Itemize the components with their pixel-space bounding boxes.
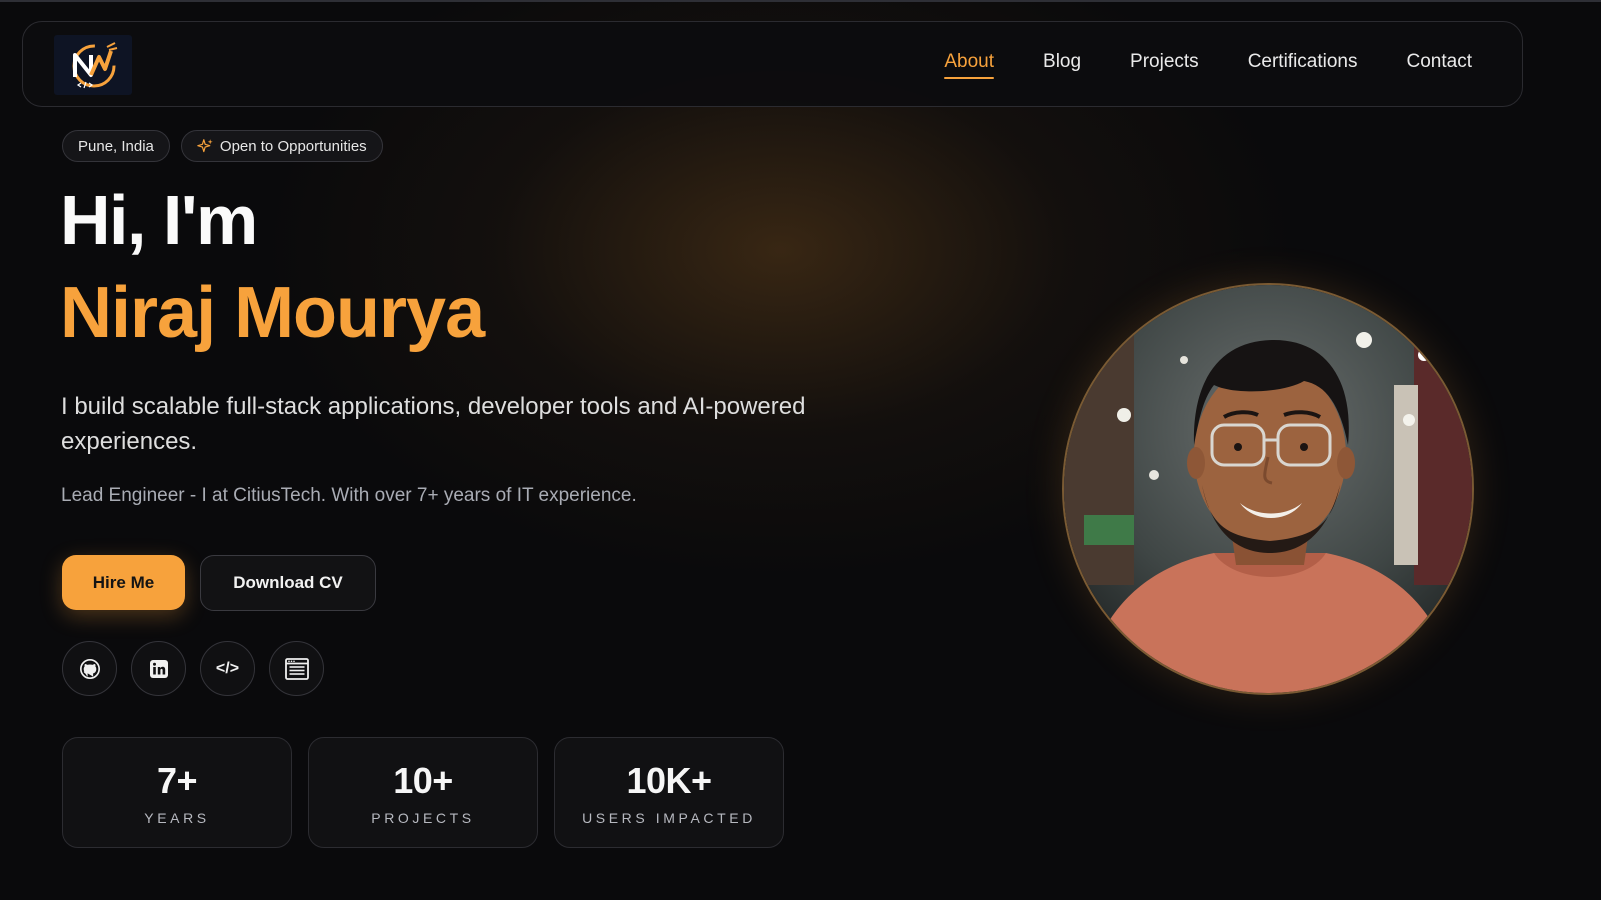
- stat-value: 10+: [393, 759, 453, 801]
- location-chip: Pune, India: [62, 130, 170, 162]
- stat-label: YEARS: [144, 809, 210, 826]
- download-cv-button[interactable]: Download CV: [200, 555, 376, 611]
- hero-greeting: Hi, I'm: [60, 181, 258, 259]
- availability-chip-label: Open to Opportunities: [219, 137, 367, 155]
- location-chip-label: Pune, India: [78, 137, 154, 155]
- top-border: [0, 0, 1601, 2]
- code-icon: </>: [215, 659, 240, 677]
- nav-link-blog[interactable]: Blog: [1043, 51, 1081, 77]
- hero-name: Niraj Mourya: [60, 273, 485, 353]
- browser-window-icon: [284, 657, 309, 680]
- availability-chip: Open to Opportunities: [180, 130, 383, 162]
- stat-card-users: 10K+ USERS IMPACTED: [554, 737, 784, 848]
- hire-me-button[interactable]: Hire Me: [62, 555, 185, 610]
- stat-label: USERS IMPACTED: [582, 809, 756, 826]
- sparkle-icon: [197, 138, 213, 152]
- nav-menu: About Blog Projects Certifications Conta…: [944, 51, 1472, 79]
- hero-subline: Lead Engineer - I at CitiusTech. With ov…: [61, 485, 637, 506]
- logo-monogram-icon: [72, 42, 118, 89]
- linkedin-icon: [149, 659, 168, 678]
- stat-label: PROJECTS: [371, 809, 475, 826]
- stats-row: 7+ YEARS 10+ PROJECTS 10K+ USERS IMPACTE…: [62, 737, 784, 848]
- linkedin-link[interactable]: [131, 641, 186, 696]
- nav-link-projects[interactable]: Projects: [1130, 51, 1199, 77]
- hero-chips: Pune, India Open to Opportunities: [62, 130, 383, 162]
- website-link[interactable]: [269, 641, 324, 696]
- nav-link-about[interactable]: About: [944, 51, 994, 79]
- stat-value: 7+: [156, 759, 198, 801]
- profile-photo: [1062, 283, 1474, 695]
- portfolio-page: About Blog Projects Certifications Conta…: [0, 0, 1601, 900]
- code-profile-link[interactable]: </>: [200, 641, 255, 696]
- stat-value: 10K+: [626, 759, 712, 801]
- hero-tagline: I build scalable full-stack applications…: [61, 393, 806, 455]
- github-icon: [79, 658, 100, 679]
- social-links: </>: [62, 641, 324, 696]
- nav-link-contact[interactable]: Contact: [1407, 51, 1472, 77]
- nav-link-certifications[interactable]: Certifications: [1248, 51, 1358, 77]
- github-link[interactable]: [62, 641, 117, 696]
- stat-card-years: 7+ YEARS: [62, 737, 292, 848]
- navbar: About Blog Projects Certifications Conta…: [22, 21, 1523, 107]
- stat-card-projects: 10+ PROJECTS: [308, 737, 538, 848]
- site-logo[interactable]: [54, 35, 132, 95]
- profile-avatar-illustration: [1064, 285, 1472, 693]
